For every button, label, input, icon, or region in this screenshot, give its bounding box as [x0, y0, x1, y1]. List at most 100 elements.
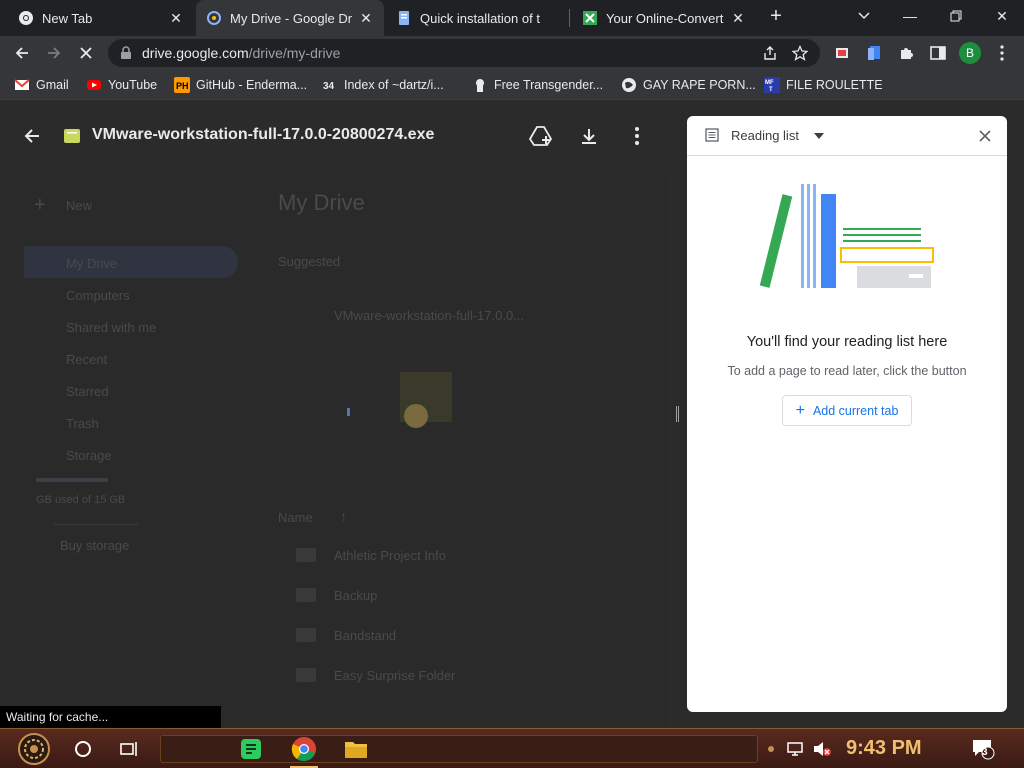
system-clock[interactable]: 9:43 PM: [846, 737, 922, 760]
show-hidden-icons[interactable]: [764, 733, 778, 765]
share-icon[interactable]: [762, 45, 778, 61]
suggested-file: VMware-workstation-full-17.0.0...: [334, 308, 525, 323]
buy-storage-link: Buy storage: [60, 538, 130, 553]
taskbar-notes-app[interactable]: [236, 733, 266, 765]
speaker-muted-icon: [814, 742, 831, 756]
close-icon[interactable]: ✕: [168, 10, 184, 26]
close-icon[interactable]: [979, 130, 991, 142]
file-preview-header: VMware-workstation-full-17.0.0-20800274.…: [0, 100, 668, 172]
avatar: B: [959, 42, 981, 64]
tab-quick-installation[interactable]: Quick installation of t: [386, 0, 568, 36]
lock-icon[interactable]: [120, 46, 132, 60]
sidebar-active-highlight: [24, 246, 238, 278]
side-panel-icon[interactable]: [924, 39, 952, 67]
converter-icon: [583, 11, 597, 25]
mft-icon: MFT: [764, 77, 780, 93]
reading-list-header: Reading list: [687, 116, 1007, 156]
tab-my-drive[interactable]: My Drive - Google Drive ✕: [196, 0, 384, 36]
more-options-icon[interactable]: [623, 122, 651, 150]
bookmark-youtube[interactable]: YouTube: [86, 76, 157, 94]
plus-icon: +: [795, 401, 805, 419]
task-view-button[interactable]: [112, 733, 146, 765]
suggested-heading: Suggested: [278, 254, 341, 269]
drive-heading: My Drive: [278, 190, 365, 215]
side-panel-resize-handle[interactable]: [669, 100, 686, 728]
extension-icon[interactable]: [828, 39, 856, 67]
forward-button[interactable]: [40, 39, 68, 67]
globe-icon: [622, 78, 636, 92]
taskbar: 9:43 PM 3: [0, 728, 1024, 768]
download-icon[interactable]: [575, 122, 603, 150]
folder-name: Easy Surprise Folder: [334, 668, 456, 683]
tab-online-convert[interactable]: Your Online-Convert ✕: [572, 0, 756, 36]
site-icon: [476, 79, 484, 92]
reading-list-panel: Reading list You'll find your reading li…: [687, 116, 1007, 712]
add-to-drive-icon[interactable]: [527, 122, 555, 150]
close-icon[interactable]: ✕: [358, 10, 374, 26]
folder-name: Bandstand: [334, 628, 397, 643]
action-center-button[interactable]: 3: [968, 733, 998, 765]
folder-icon: [296, 588, 316, 602]
volume-status[interactable]: [810, 733, 834, 765]
youtube-icon: [87, 80, 101, 90]
address-bar[interactable]: drive.google.com/drive/my-drive: [108, 39, 820, 67]
sidebar-item-my-drive: My Drive: [66, 256, 118, 271]
site-icon: 34: [323, 81, 335, 92]
close-window-button[interactable]: ✕: [980, 0, 1024, 32]
docs-extension-icon[interactable]: [860, 39, 888, 67]
page-content: + New My Drive Suggested My Drive Comput…: [0, 100, 1024, 728]
profile-avatar[interactable]: B: [956, 39, 984, 67]
back-arrow-icon[interactable]: [18, 122, 46, 150]
restore-button[interactable]: [934, 0, 978, 32]
new-button: New: [66, 198, 93, 213]
drive-background: + New My Drive Suggested My Drive Comput…: [0, 158, 668, 728]
chrome-icon: [19, 11, 33, 25]
tab-title: Quick installation of t: [420, 10, 540, 26]
chevron-up-icon: [768, 746, 774, 752]
sidebar-item-storage: Storage: [66, 448, 112, 463]
loading-spinner: [347, 408, 350, 416]
tab-title: New Tab: [42, 10, 93, 26]
minimize-button[interactable]: —: [888, 0, 932, 32]
svg-text:PH: PH: [176, 81, 189, 91]
svg-text:MF: MF: [765, 80, 774, 86]
bookmark-gay[interactable]: GAY RAPE PORN...: [621, 76, 756, 94]
tab-new-tab[interactable]: New Tab ✕: [8, 0, 194, 36]
taskbar-chrome-app[interactable]: [288, 733, 320, 765]
bookmark-free-transgender[interactable]: Free Transgender...: [472, 76, 603, 94]
tab-strip: New Tab ✕ My Drive - Google Drive ✕ Quic…: [0, 0, 1024, 36]
new-tab-button[interactable]: +: [756, 0, 796, 32]
storage-text: GB used of 15 GB: [36, 494, 126, 506]
bookmark-gmail[interactable]: Gmail: [14, 76, 69, 94]
bookmark-star-icon[interactable]: [792, 45, 808, 61]
tab-title: My Drive - Google Drive: [230, 10, 352, 26]
preview-file-name: VMware-workstation-full-17.0.0-20800274.…: [92, 126, 435, 143]
status-bubble: Waiting for cache...: [0, 706, 221, 728]
tab-separator: [569, 9, 570, 27]
folder-icon: [296, 628, 316, 642]
notification-count: 3: [982, 747, 988, 758]
start-button[interactable]: [12, 733, 56, 765]
folder-icon: [296, 548, 316, 562]
close-icon[interactable]: ✕: [730, 10, 746, 26]
tab-search-icon[interactable]: [842, 0, 886, 32]
stop-loading-button[interactable]: [72, 39, 100, 67]
bookmark-file-roulette[interactable]: MF T FILE ROULETTE: [764, 76, 883, 94]
dropdown-arrow-icon[interactable]: [814, 133, 824, 139]
add-current-tab-button[interactable]: + Add current tab: [782, 395, 912, 426]
extensions-puzzle-icon[interactable]: [892, 39, 920, 67]
search-button[interactable]: [66, 733, 100, 765]
folder-icon: [296, 668, 316, 682]
menu-kebab-icon[interactable]: [988, 39, 1016, 67]
start-orb-icon: [18, 733, 50, 765]
bookmark-github[interactable]: PH GitHub - Enderma...: [174, 76, 307, 94]
sort-arrow-icon: ↑: [340, 508, 347, 524]
plus-icon: +: [34, 194, 46, 216]
back-button[interactable]: [8, 39, 36, 67]
sidebar-item-computers: Computers: [66, 288, 130, 303]
reading-list-title[interactable]: Reading list: [731, 128, 799, 143]
sidebar-item-starred: Starred: [66, 384, 109, 399]
bookmark-index-dartz[interactable]: 34 Index of ~dartz/i...: [322, 76, 444, 94]
taskbar-file-explorer[interactable]: [340, 733, 372, 765]
network-status[interactable]: [784, 733, 808, 765]
